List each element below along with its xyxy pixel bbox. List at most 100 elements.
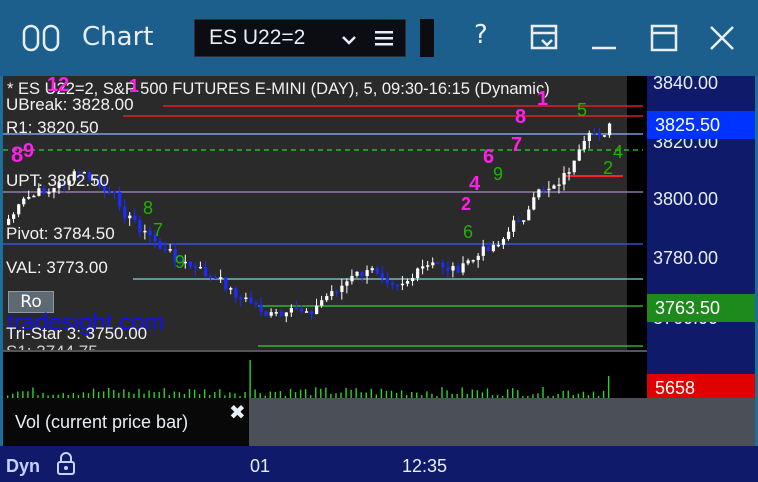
hamburger-icon[interactable] [375, 29, 393, 51]
candle-body [17, 204, 21, 215]
volume-bar [92, 388, 95, 398]
candle-body [224, 277, 228, 290]
volume-tooltip: Vol (current price bar) ✖ [3, 398, 249, 446]
lock-icon[interactable] [56, 452, 76, 480]
scroll-track[interactable] [249, 398, 755, 446]
volume-bar [355, 388, 357, 398]
volume-bar [506, 389, 509, 398]
close-icon[interactable] [708, 24, 736, 56]
candle-body [365, 270, 369, 277]
candle-body [335, 291, 339, 293]
volume-bar [320, 388, 322, 398]
candle-body [491, 244, 495, 252]
symbol-selector[interactable]: ES U22=2 [194, 19, 406, 57]
candle-body [572, 160, 576, 173]
candle-body [193, 266, 198, 269]
candle-body [148, 230, 152, 236]
candle-body [496, 244, 501, 247]
volume-bar [567, 390, 569, 398]
volume-bar [289, 388, 292, 398]
volume-bar [279, 391, 282, 398]
candle-body [522, 220, 526, 222]
candle-body [411, 278, 415, 282]
candle-body [264, 311, 268, 316]
volume-bar [607, 376, 610, 398]
volume-bar [102, 391, 105, 398]
volume-panel[interactable] [3, 352, 647, 398]
count-label: 8 [515, 106, 527, 128]
count-label: 1 [537, 88, 549, 110]
candle-body [486, 246, 490, 252]
count-label: 9 [23, 140, 35, 162]
candle-body [299, 308, 304, 312]
level-label-ubreak: UBreak: 3828.00 [6, 95, 134, 114]
candle-body [557, 184, 561, 186]
volume-bar [350, 389, 352, 398]
candle-body [32, 195, 36, 198]
candle-body [188, 261, 192, 267]
volume-bar [400, 390, 403, 398]
candle-body [416, 268, 420, 279]
volume-bar [380, 388, 383, 398]
candle-body [390, 282, 394, 285]
candle-body [118, 192, 122, 207]
help-button[interactable]: ? [474, 20, 488, 50]
volume-bar [32, 387, 34, 398]
count-label: 4 [613, 142, 624, 162]
count-label: 2 [461, 194, 472, 214]
price-tick: 3840.00 [653, 73, 719, 93]
candle-body [143, 230, 147, 233]
candle-body [375, 268, 379, 274]
candle-body [219, 277, 223, 279]
candle-body [577, 149, 581, 161]
count-label: 2 [603, 158, 614, 178]
candle-body [481, 246, 485, 256]
candle-body [552, 185, 556, 189]
count-label: 7 [153, 220, 164, 240]
symbol-value: ES U22=2 [209, 26, 306, 49]
volume-bar [22, 391, 24, 398]
count-label: 9 [175, 252, 186, 272]
volume-bar [325, 387, 327, 398]
time-mode-label[interactable]: Dyn [6, 456, 40, 477]
candle-body [294, 307, 299, 310]
candle-body [607, 123, 612, 136]
count-label: 1 [129, 76, 140, 96]
window-title: Chart [82, 22, 154, 52]
candle-body [426, 265, 430, 267]
candle-body [360, 271, 364, 277]
price-tick: 3780.00 [653, 248, 719, 268]
candle-body [163, 248, 167, 251]
candle-body [597, 132, 602, 136]
count-label: 8 [11, 142, 24, 167]
candle-body [501, 238, 506, 245]
volume-bar [512, 388, 514, 398]
candle-body [405, 281, 410, 284]
price-chart[interactable]: * ES U22=2, S&P 500 FUTURES E-MINI (DAY)… [3, 76, 647, 396]
maximize-icon[interactable] [650, 24, 678, 56]
close-tooltip-icon[interactable]: ✖ [229, 400, 246, 424]
candle-body [471, 260, 475, 262]
last-price-tag: 3825.50 [647, 111, 755, 139]
candle-body [244, 297, 248, 300]
candle-body [355, 271, 359, 276]
price-axis[interactable]: 3840.00 3820.00 3800.00 3780.00 3760.00 … [647, 73, 755, 446]
candle-body [22, 198, 26, 205]
template-icon[interactable] [530, 24, 560, 56]
candle-body [542, 189, 546, 191]
time-tick: 12:35 [402, 456, 448, 476]
minimize-icon[interactable] [590, 24, 618, 56]
title-bar[interactable]: Chart ES U22=2 ? [0, 0, 758, 76]
volume-bar [476, 390, 479, 398]
candle-body [547, 188, 551, 191]
volume-bar [517, 390, 519, 398]
time-axis[interactable]: Dyn 01 12:35 [0, 446, 758, 482]
price-tick: 3800.00 [653, 189, 719, 209]
volume-bar [148, 390, 150, 398]
count-label: 8 [143, 198, 154, 218]
chevron-down-icon[interactable] [341, 32, 357, 51]
candle-body [370, 268, 374, 271]
candle-body [421, 266, 425, 269]
two-pane-icon[interactable] [22, 24, 64, 56]
volume-bar [385, 390, 388, 398]
